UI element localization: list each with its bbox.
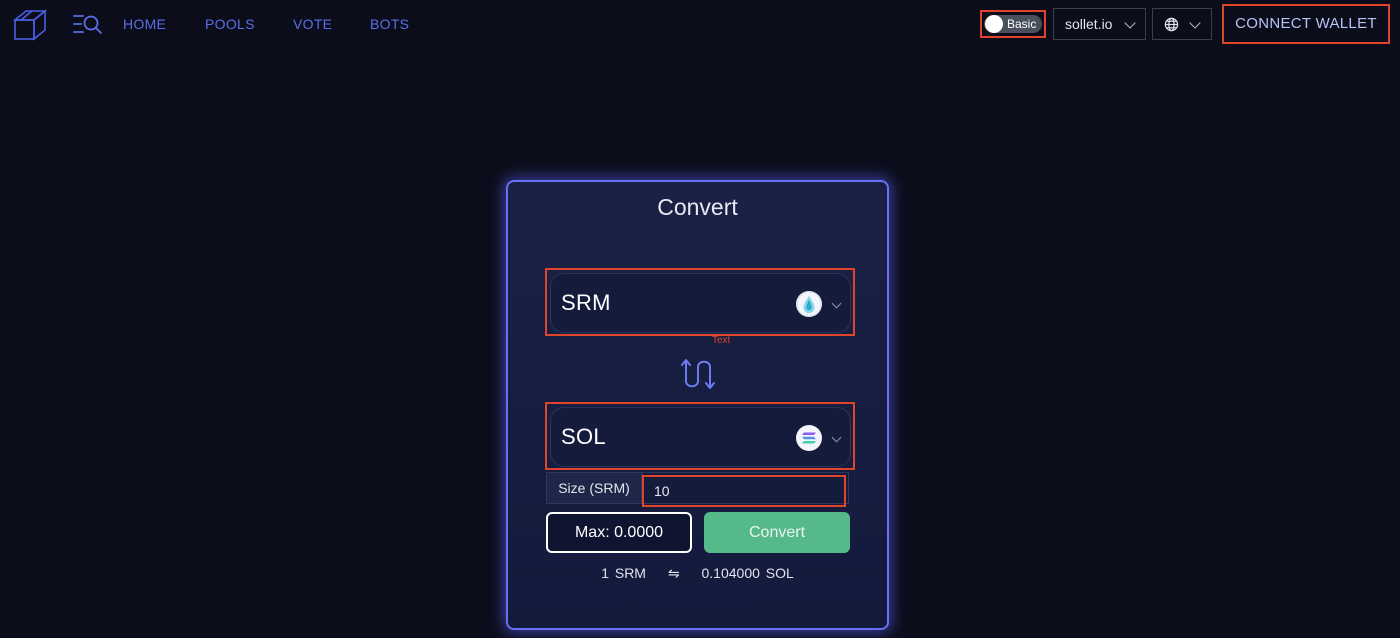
convert-card: Convert SRM Text SOL Size (SRM) 10 Max: …: [506, 180, 889, 630]
to-token-select[interactable]: SOL: [550, 407, 851, 467]
max-button[interactable]: Max: 0.0000: [546, 512, 692, 553]
exchange-rate: 1 SRM ⇋ 0.104000 SOL: [508, 565, 887, 582]
convert-button[interactable]: Convert: [704, 512, 850, 553]
text-annotation: Text: [712, 335, 731, 346]
chevron-down-icon: [831, 298, 842, 309]
rate-from: 1 SRM: [601, 565, 646, 581]
top-bar: HOME POOLS VOTE BOTS Basic sollet.io CON…: [0, 0, 1400, 48]
from-token-highlight: SRM: [545, 268, 855, 336]
size-label: Size (SRM): [546, 472, 642, 504]
chevron-down-icon: [1189, 17, 1201, 29]
connect-wallet-button[interactable]: CONNECT WALLET: [1222, 4, 1390, 44]
to-token-highlight: SOL: [545, 402, 855, 470]
to-token-symbol: SOL: [561, 424, 606, 449]
nav-bots[interactable]: BOTS: [370, 16, 409, 32]
mode-toggle-highlight: Basic: [980, 10, 1046, 38]
toggle-knob: [985, 15, 1003, 33]
chevron-down-icon: [1124, 17, 1136, 29]
from-token-select[interactable]: SRM: [550, 273, 851, 333]
globe-icon: [1164, 17, 1179, 32]
nav-vote[interactable]: VOTE: [293, 16, 332, 32]
mode-toggle[interactable]: Basic: [984, 15, 1042, 33]
srm-token-icon: [796, 291, 822, 317]
convert-title: Convert: [657, 194, 738, 220]
mode-toggle-label: Basic: [1007, 17, 1037, 31]
chevron-down-icon: [831, 432, 842, 443]
nav-pools[interactable]: POOLS: [205, 16, 255, 32]
language-select[interactable]: [1152, 8, 1212, 40]
rate-to: 0.104000 SOL: [701, 565, 794, 581]
size-input[interactable]: [642, 475, 846, 507]
swap-icon[interactable]: [680, 356, 718, 392]
wallet-provider-value: sollet.io: [1065, 16, 1113, 32]
from-token-symbol: SRM: [561, 290, 611, 315]
cube-logo-icon[interactable]: [12, 8, 48, 42]
nav-home[interactable]: HOME: [123, 16, 166, 32]
menu-search-icon[interactable]: [72, 12, 104, 36]
wallet-provider-select[interactable]: sollet.io: [1053, 8, 1146, 40]
rate-swap-symbol: ⇋: [667, 565, 680, 581]
sol-token-icon: [796, 425, 822, 451]
